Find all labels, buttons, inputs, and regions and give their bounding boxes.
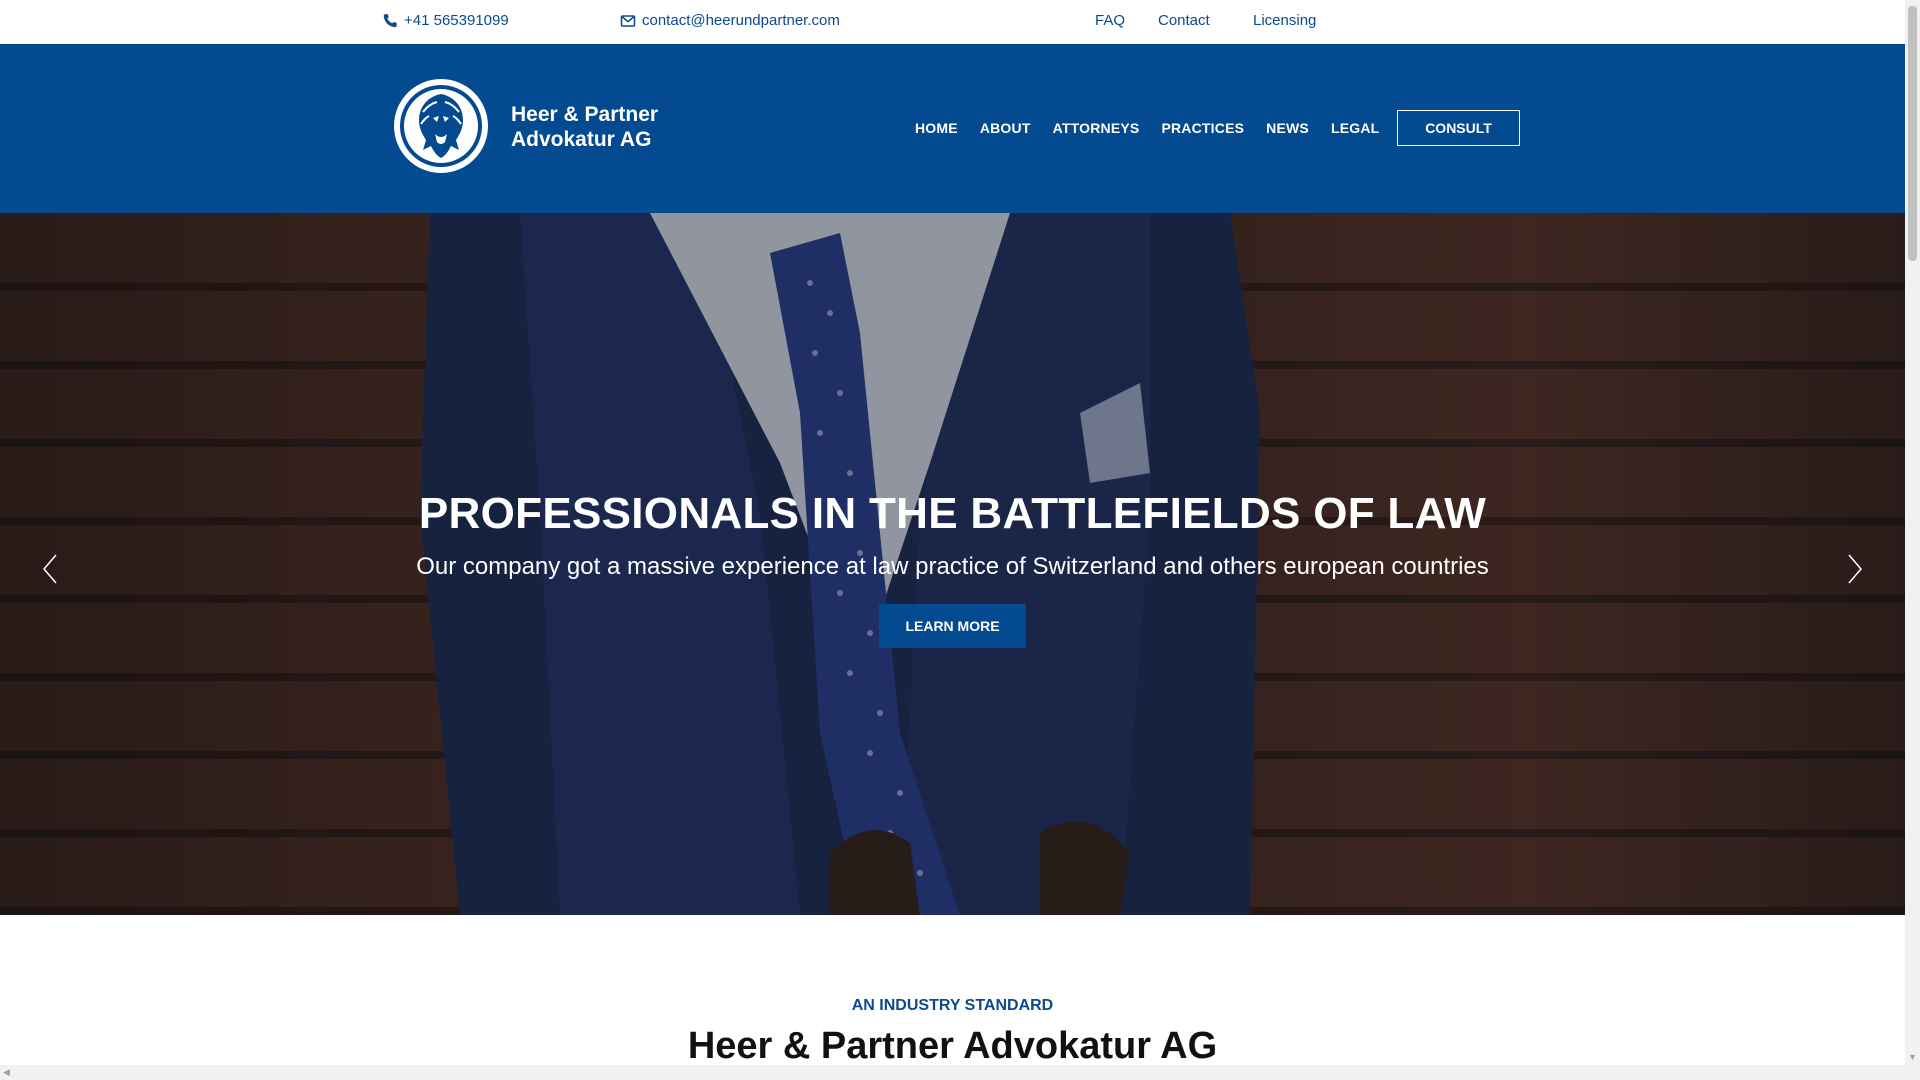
page: +41 565391099 contact@heerundpartner.com… — [0, 0, 1905, 1065]
hero-subtitle: Our company got a massive experience at … — [416, 553, 1489, 580]
nav-attorneys[interactable]: ATTORNEYS — [1053, 120, 1140, 136]
email-address: contact@heerundpartner.com — [642, 12, 840, 29]
phone-icon — [383, 13, 397, 27]
hero-title: PROFESSIONALS IN THE BATTLEFIELDS OF LAW — [418, 489, 1487, 538]
consult-button[interactable]: CONSULT — [1397, 110, 1520, 146]
vertical-scroll-thumb[interactable] — [1908, 6, 1917, 261]
main-header: Heer & Partner Advokatur AG HOME ABOUT A… — [0, 44, 1905, 213]
phone-contact[interactable]: +41 565391099 — [382, 12, 509, 29]
nav-home[interactable]: HOME — [915, 120, 958, 136]
brand-line-1: Heer & Partner — [511, 103, 659, 126]
scroll-left-arrow-icon[interactable]: ◀ — [3, 1067, 10, 1078]
contact-link[interactable]: Contact — [1158, 12, 1210, 29]
nav-legal[interactable]: LEGAL — [1331, 120, 1379, 136]
brand-line-2: Advokatur AG — [511, 128, 652, 151]
email-contact[interactable]: contact@heerundpartner.com — [620, 12, 840, 29]
brand-name[interactable]: Heer & Partner Advokatur AG — [511, 102, 658, 152]
top-bar: +41 565391099 contact@heerundpartner.com… — [0, 0, 1905, 45]
faq-link[interactable]: FAQ — [1095, 12, 1125, 29]
section-tagline: AN INDUSTRY STANDARD — [851, 997, 1054, 1014]
nav-practices[interactable]: PRACTICES — [1161, 120, 1244, 136]
vertical-scrollbar[interactable]: ▼ — [1905, 0, 1920, 1080]
nav-news[interactable]: NEWS — [1266, 120, 1309, 136]
learn-more-button[interactable]: LEARN MORE — [879, 604, 1026, 648]
scroll-down-arrow-icon[interactable]: ▼ — [1908, 1052, 1917, 1062]
phone-number: +41 565391099 — [404, 12, 509, 29]
nav-about[interactable]: ABOUT — [980, 120, 1031, 136]
envelope-icon — [620, 14, 636, 27]
main-nav: HOME ABOUT ATTORNEYS PRACTICES NEWS LEGA… — [915, 120, 1379, 136]
section-title: Heer & Partner Advokatur AG — [687, 1025, 1218, 1065]
licensing-link[interactable]: Licensing — [1253, 12, 1316, 29]
lion-logo-icon[interactable] — [393, 78, 489, 174]
horizontal-scrollbar[interactable]: ◀ — [0, 1065, 1905, 1080]
hero-slider: PROFESSIONALS IN THE BATTLEFIELDS OF LAW… — [0, 213, 1905, 915]
